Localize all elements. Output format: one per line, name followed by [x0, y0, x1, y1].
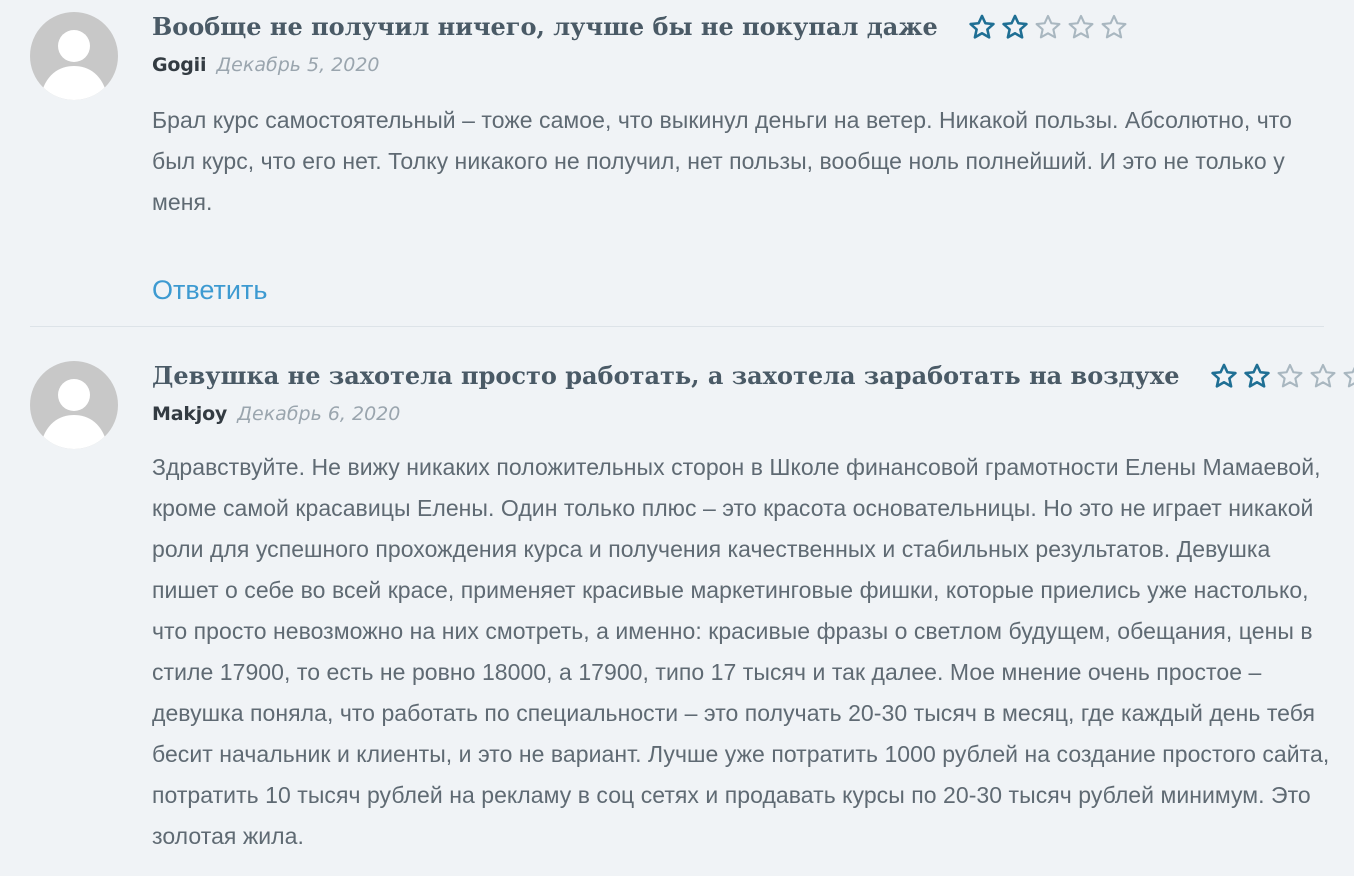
review-title-row: Вообще не получил ничего, лучше бы не по… — [152, 12, 1130, 42]
review-author: Gogii — [152, 54, 207, 76]
avatar — [30, 12, 118, 100]
review-title: Вообще не получил ничего, лучше бы не по… — [152, 12, 938, 41]
avatar — [30, 361, 118, 449]
review-meta: Gogii Декабрь 5, 2020 — [152, 53, 380, 77]
star-empty-icon — [1343, 365, 1354, 388]
user-avatar-icon — [30, 12, 118, 100]
star-empty-icon — [1101, 14, 1127, 39]
star-empty-icon — [1310, 363, 1335, 388]
star-filled-icon — [1002, 14, 1028, 39]
review-title-row: Девушка не захотела просто работать, а з… — [152, 361, 1354, 391]
star-filled-icon — [969, 14, 995, 39]
rating-stars — [1208, 362, 1354, 390]
review-date: Декабрь 5, 2020 — [216, 54, 380, 76]
review-text: Здравствуйте. Не вижу никаких положитель… — [152, 454, 1330, 849]
star-filled-icon — [1210, 363, 1237, 388]
review-divider — [30, 326, 1324, 327]
rating-stars — [966, 13, 1130, 41]
star-empty-icon — [1068, 14, 1094, 39]
review-meta: Makjoy Декабрь 6, 2020 — [152, 402, 400, 426]
review-text: Брал курс самостоятельный – тоже самое, … — [152, 107, 1292, 215]
user-avatar-icon — [30, 361, 118, 449]
review-date: Декабрь 6, 2020 — [237, 403, 401, 425]
review-author: Makjoy — [152, 403, 228, 425]
star-filled-icon — [1243, 363, 1270, 388]
review-title: Девушка не захотела просто работать, а з… — [152, 361, 1180, 390]
reply-link[interactable]: Ответить — [152, 273, 267, 307]
star-empty-icon — [1277, 363, 1302, 388]
star-empty-icon — [1035, 14, 1061, 39]
